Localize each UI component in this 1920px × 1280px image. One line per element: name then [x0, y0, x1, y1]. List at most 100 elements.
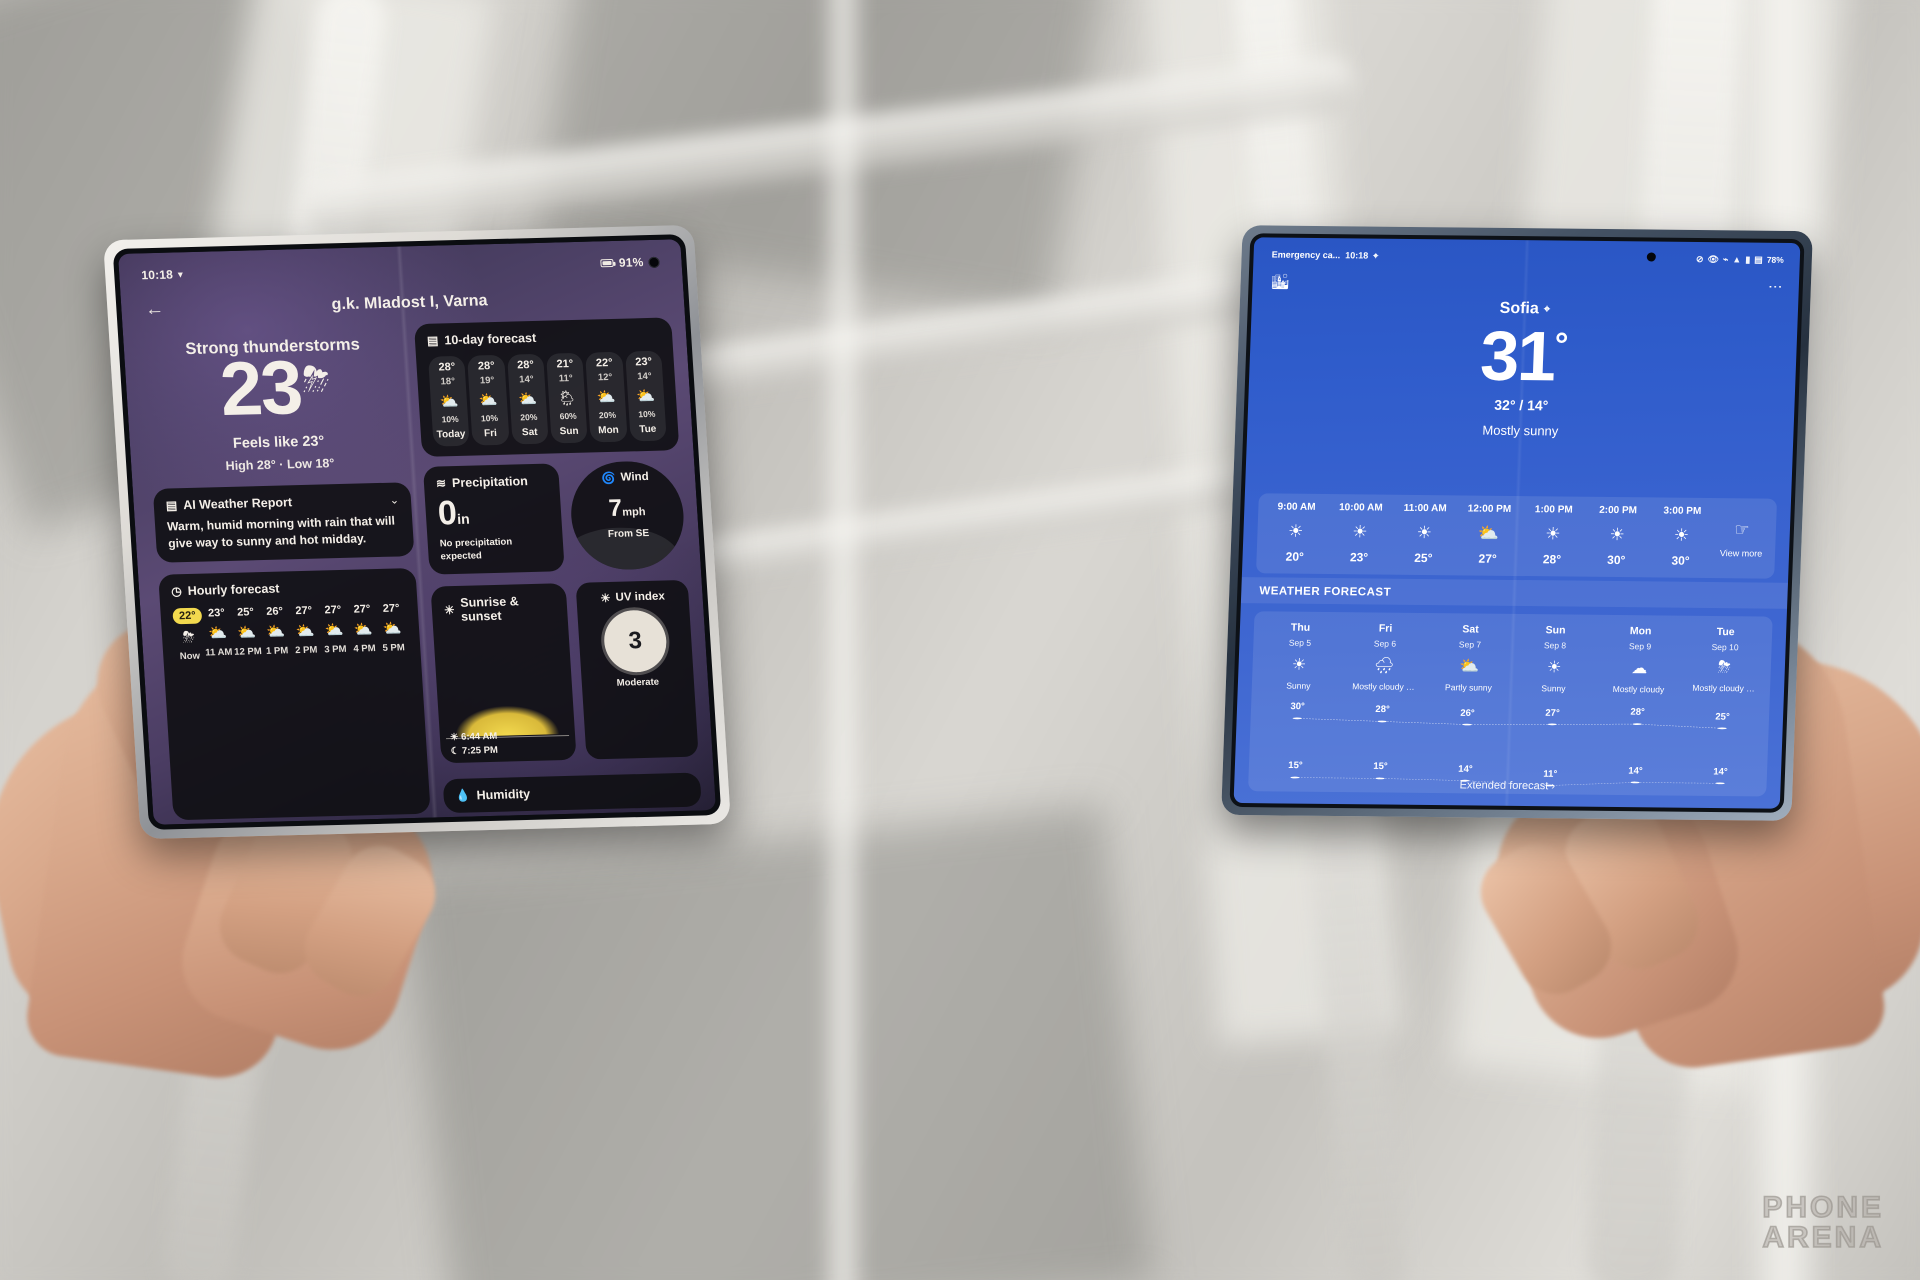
hourly-item-temp: 27° [295, 604, 313, 618]
current-description: Mostly sunny [1482, 422, 1559, 439]
hourly-item-temp: 25° [236, 606, 255, 619]
daily-item[interactable]: Tue Sep 10 ⛈ Mostly cloudy … [1681, 626, 1769, 696]
hourly-item-temp: 25° [1414, 550, 1433, 566]
ai-weather-report-card[interactable]: ▤ AI Weather Report ⌄ Warm, humid mornin… [152, 482, 415, 564]
bluetooth-icon: ⌁ [1722, 253, 1729, 264]
ten-day-item[interactable]: 28° 19° ⛅ 10% Fri [467, 354, 510, 446]
hourly-item-label: 2 PM [294, 644, 318, 657]
ten-day-high: 28° [438, 361, 456, 374]
hourly-item-label: 12 PM [233, 646, 263, 658]
precipitation-note: No precipitation expected [439, 536, 513, 563]
ai-report-title-row: ▤ AI Weather Report [165, 495, 292, 512]
ten-day-icon: ⛅ [635, 387, 656, 406]
left-column: Strong thunderstorms 23 ⛈ Feels like 23°… [143, 325, 431, 821]
ten-day-precip: 10% [441, 413, 459, 425]
ten-day-high: 28° [477, 360, 495, 373]
right-phone-galaxy-fold[interactable]: Emergency ca... 10:18 ⌖ ⊘ 👁 ⌁ ▲ ▮ ▤ 78% … [1221, 225, 1813, 821]
hourly-item-icon: ⛅ [324, 622, 345, 640]
ten-day-icon: ⛅ [596, 388, 617, 407]
wind-title: Wind [620, 470, 650, 484]
sunset-row: ☾ 7:25 PM [450, 744, 498, 759]
kebab-menu-icon[interactable]: ⋮ [1768, 280, 1785, 294]
ten-day-forecast-card[interactable]: ▤ 10-day forecast 28° 18° ⛅ 10% Today 28° 19° ⛅… [413, 317, 680, 457]
ten-day-label: Tue [638, 423, 657, 436]
ai-report-title: AI Weather Report [182, 495, 293, 513]
carrier-label: Emergency ca... [1271, 249, 1341, 261]
high-low: 32° / 14° [1494, 396, 1549, 413]
hourly-item-icon: ⛅ [236, 624, 257, 642]
ten-day-item[interactable]: 21° 11° 🌦 60% Sun [546, 352, 589, 444]
left-phone-screen[interactable]: 10:18 ▾ 91% ← g.k. Mladost I, Varna Stro… [117, 239, 717, 825]
wind-header: 🌀 Wind [577, 469, 674, 485]
daily-item[interactable]: Sun Sep 8 ☀ Sunny [1511, 624, 1599, 694]
daily-item-day: Sat [1462, 623, 1479, 636]
uv-icon: ☀ [599, 592, 611, 605]
ten-day-item[interactable]: 23° 14° ⛅ 10% Tue [624, 350, 667, 442]
hourly-item-label: Now [179, 650, 201, 663]
view-more-icon: ☞ [1733, 520, 1750, 540]
daily-item[interactable]: Sat Sep 7 ⛅ Partly sunny [1426, 623, 1514, 693]
right-daily-forecast[interactable]: Thu Sep 5 ☀ Sunny Fri Sep 6 🌧 Mostly cloudy … Sa… [1247, 611, 1773, 797]
wind-icon: 🌀 [600, 472, 617, 486]
hourly-item-label: 3 PM [323, 644, 347, 656]
uv-index-card[interactable]: ☀ UV index 3 Moderate [575, 579, 699, 760]
hourly-forecast-title: Hourly forecast [187, 581, 280, 599]
ten-day-item[interactable]: 22° 12° ⛅ 20% Mon [585, 351, 628, 443]
right-phone-screen[interactable]: Emergency ca... 10:18 ⌖ ⊘ 👁 ⌁ ▲ ▮ ▤ 78% … [1233, 237, 1801, 809]
weather-city-icon[interactable]: 🏙 [1270, 272, 1290, 290]
daily-item-day: Tue [1716, 626, 1735, 639]
location-pin-icon: ⌖ [1543, 302, 1551, 315]
hourly-item: 27° ⛅ 5 PM [376, 603, 409, 658]
right-status-right: ⊘ 👁 ⌁ ▲ ▮ ▤ 78% [1696, 253, 1784, 265]
sunrise-sunset-card[interactable]: ☀ Sunrise & sunset ☀ 6:44 AM ☾ 7:25 PM [430, 582, 577, 764]
sun-uv-row: ☀ Sunrise & sunset ☀ 6:44 AM ☾ 7:25 PM ☀… [430, 579, 699, 764]
sunset-icon: ☾ [450, 745, 460, 757]
ten-day-header: ▤ 10-day forecast [427, 328, 661, 348]
hourly-item-icon: ☀ [1673, 525, 1690, 545]
right-status-bar: Emergency ca... 10:18 ⌖ ⊘ 👁 ⌁ ▲ ▮ ▤ 78% [1271, 247, 1784, 268]
precipitation-card[interactable]: ≋ Precipitation 0in No precipitation exp… [422, 463, 565, 575]
right-column: ▤ 10-day forecast 28° 18° ⛅ 10% Today 28° 19° ⛅… [413, 317, 702, 814]
signal-icon: ▮ [1745, 253, 1751, 265]
battery-percent: 91% [618, 255, 644, 270]
hourly-item: 2:00 PM ☀ 30° [1584, 505, 1651, 568]
wind-card[interactable]: 🌀 Wind 7mph From SE [567, 460, 687, 571]
view-more-button[interactable]: ☞ View more [1712, 506, 1770, 569]
hourly-item-icon: ⛅ [207, 625, 228, 643]
ten-day-item[interactable]: 28° 14° ⛅ 20% Sat [506, 353, 549, 445]
chevron-down-icon[interactable]: ⌄ [389, 493, 399, 506]
daily-item[interactable]: Thu Sep 5 ☀ Sunny [1256, 621, 1344, 691]
daily-low-label: 11° [1543, 768, 1558, 780]
sun-times: ☀ 6:44 AM ☾ 7:25 PM [450, 729, 499, 759]
right-status-left: Emergency ca... 10:18 ⌖ [1271, 249, 1378, 261]
hourly-item-icon: ⛈ [182, 629, 196, 647]
city-row[interactable]: Sofia ⌖ [1499, 300, 1550, 319]
daily-item-date: Sep 10 [1711, 642, 1739, 653]
ten-day-item[interactable]: 28° 18° ⛅ 10% Today [428, 355, 471, 447]
uv-title: UV index [615, 590, 666, 604]
left-status-right: 91% [600, 255, 660, 271]
daily-low-label: 15° [1288, 760, 1303, 772]
page-title: g.k. Mladost I, Varna [331, 292, 489, 314]
humidity-header: 💧 Humidity [455, 783, 689, 803]
ten-day-high: 28° [516, 359, 535, 372]
humidity-icon: 💧 [455, 788, 472, 803]
daily-item-day: Mon [1629, 625, 1652, 638]
hourly-item: 3:00 PM ☀ 30° [1648, 505, 1715, 568]
humidity-card[interactable]: 💧 Humidity [442, 772, 702, 814]
daily-item-icon: ☀ [1546, 659, 1562, 677]
hourly-forecast-header: ◷ Hourly forecast [171, 579, 405, 599]
hourly-items-container: 9:00 AM ☀ 20° 10:00 AM ☀ 23° 11:00 AM ☀ 25° 12:00… [1262, 501, 1714, 568]
left-phone-pixel-fold[interactable]: 10:18 ▾ 91% ← g.k. Mladost I, Varna Stro… [103, 224, 731, 840]
hourly-forecast-card[interactable]: ◷ Hourly forecast 22° ⛈ Now 23° ⛅ 11 AM 25° ⛅ 12… [158, 568, 431, 821]
daily-item-summary: Mostly cloudy … [1692, 682, 1755, 694]
ten-day-precip: 10% [638, 408, 656, 420]
hourly-item: 10:00 AM ☀ 23° [1327, 502, 1394, 565]
view-more-label: View more [1719, 548, 1763, 559]
sunrise-time: 6:44 AM [460, 730, 498, 743]
wind-value: 7 [607, 494, 623, 522]
daily-item[interactable]: Mon Sep 9 ☁ Mostly cloudy [1596, 625, 1684, 695]
ten-day-icon: ⛅ [517, 390, 538, 409]
daily-item[interactable]: Fri Sep 6 🌧 Mostly cloudy … [1341, 622, 1429, 692]
right-hourly-forecast[interactable]: 9:00 AM ☀ 20° 10:00 AM ☀ 23° 11:00 AM ☀ 25° 12:00… [1255, 493, 1778, 579]
